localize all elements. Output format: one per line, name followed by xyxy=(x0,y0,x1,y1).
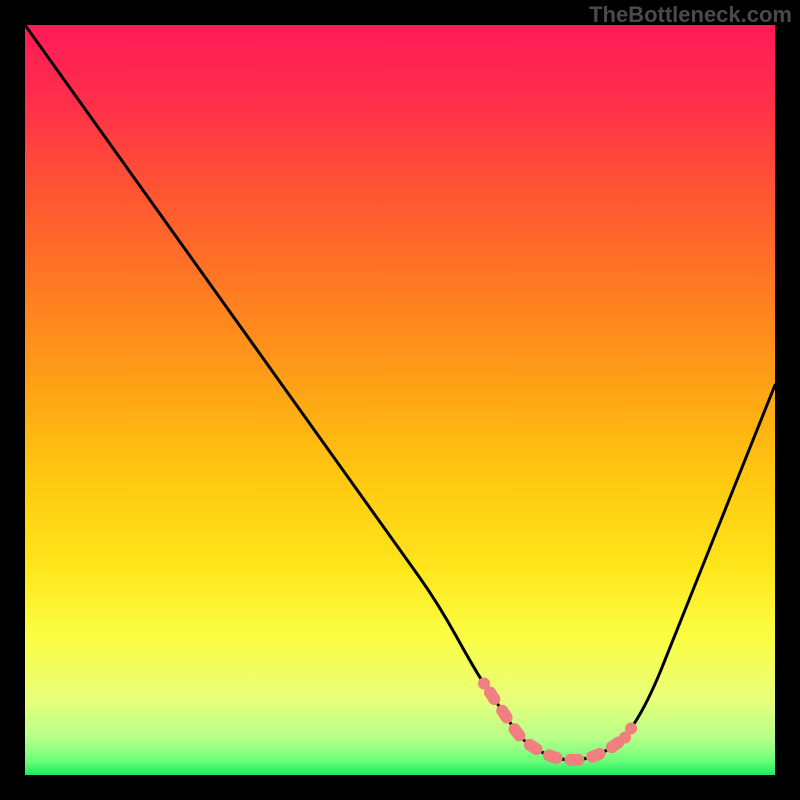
flat-region-end-dot xyxy=(478,678,490,690)
flat-region-end-dot xyxy=(625,723,637,735)
bottleneck-chart xyxy=(25,25,775,775)
chart-frame xyxy=(25,25,775,775)
watermark-text: TheBottleneck.com xyxy=(589,2,792,28)
